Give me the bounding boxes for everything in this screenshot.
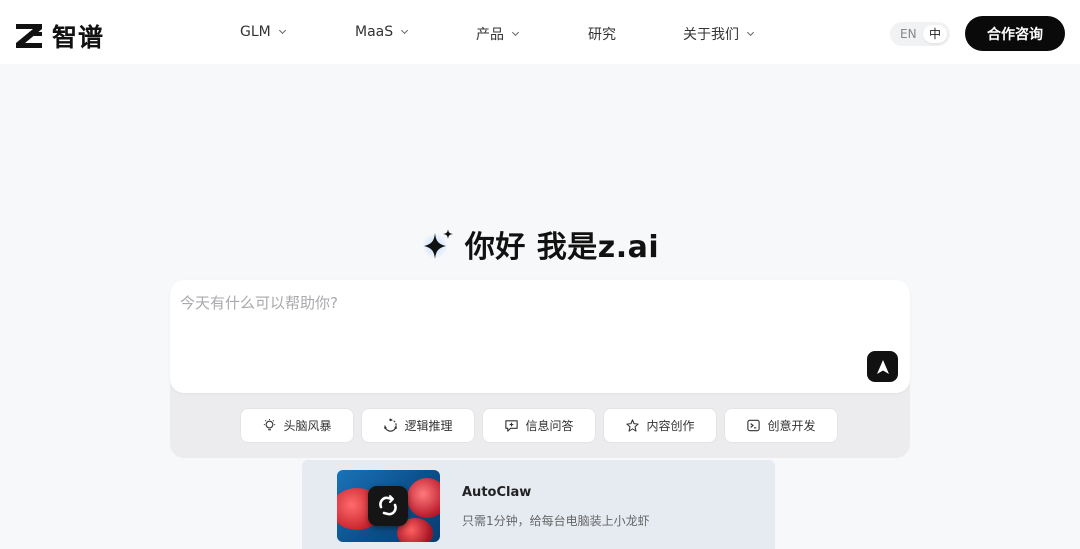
- lightbulb-icon: [264, 418, 276, 431]
- chevron-down-icon: [746, 28, 755, 37]
- chip-label: 信息问答: [525, 419, 574, 433]
- lang-option-en[interactable]: EN: [900, 27, 917, 41]
- chat-panel: 头脑风暴 逻辑推理 信息问答 内容创作: [170, 280, 910, 458]
- creation-icon: [626, 419, 640, 432]
- reasoning-icon: [384, 418, 398, 432]
- promo-image: [337, 470, 440, 542]
- brand-logo[interactable]: 智谱: [14, 18, 104, 54]
- nav-label: 关于我们: [683, 27, 739, 43]
- chip-reasoning[interactable]: 逻辑推理: [362, 409, 474, 442]
- chip-creative-dev[interactable]: 创意开发: [725, 409, 837, 442]
- language-toggle[interactable]: EN 中: [890, 22, 950, 46]
- hero-title: 你好 我是z.ai: [464, 230, 660, 265]
- hero-heading: 你好 我是z.ai: [0, 222, 1080, 266]
- nav-label: MaaS: [355, 24, 394, 40]
- chevron-down-icon: [278, 26, 286, 35]
- send-arrow-icon: [876, 359, 889, 374]
- nav-item-research[interactable]: 研究: [588, 24, 616, 44]
- sparkle-icon: [421, 229, 453, 259]
- chat-plus-icon: [505, 420, 519, 432]
- chevron-down-icon: [511, 28, 520, 37]
- consult-button[interactable]: 合作咨询: [965, 16, 1065, 51]
- chevron-down-icon: [401, 26, 409, 35]
- chip-label: 内容创作: [646, 419, 695, 433]
- nav-label: 产品: [476, 27, 504, 43]
- chip-brainstorm[interactable]: 头脑风暴: [241, 409, 353, 442]
- nav-label: 研究: [588, 27, 616, 43]
- promo-subtitle: 只需1分钟，给每台电脑装上小龙虾: [462, 514, 650, 528]
- nav-label: GLM: [240, 24, 271, 40]
- send-button[interactable]: [867, 351, 898, 382]
- chat-input-box: [170, 280, 910, 393]
- nav-item-products[interactable]: 产品: [476, 24, 520, 44]
- nav-item-about[interactable]: 关于我们: [683, 24, 755, 44]
- promo-card-autoclaw[interactable]: AutoClaw 只需1分钟，给每台电脑装上小龙虾: [302, 460, 775, 549]
- chip-content-creation[interactable]: 内容创作: [604, 409, 716, 442]
- top-header: 智谱 GLM MaaS 产品 研究 关于我们 EN 中 合作咨询: [0, 0, 1080, 64]
- chat-prompt-input[interactable]: [180, 292, 860, 352]
- autoclaw-app-icon: [368, 486, 408, 526]
- suggestion-chips: 头脑风暴 逻辑推理 信息问答 内容创作 创意开发: [170, 409, 910, 443]
- promo-title: AutoClaw: [462, 485, 532, 500]
- z-logo-icon: [16, 24, 42, 48]
- chip-qa[interactable]: 信息问答: [483, 409, 595, 442]
- nav-item-glm[interactable]: GLM: [240, 24, 286, 40]
- logo-text: 智谱: [52, 23, 105, 52]
- nav-item-maas[interactable]: MaaS: [355, 24, 409, 40]
- terminal-icon: [747, 419, 761, 432]
- chip-label: 头脑风暴: [283, 419, 332, 433]
- chip-label: 逻辑推理: [404, 419, 453, 433]
- lang-option-zh[interactable]: 中: [923, 25, 947, 43]
- chip-label: 创意开发: [767, 419, 816, 433]
